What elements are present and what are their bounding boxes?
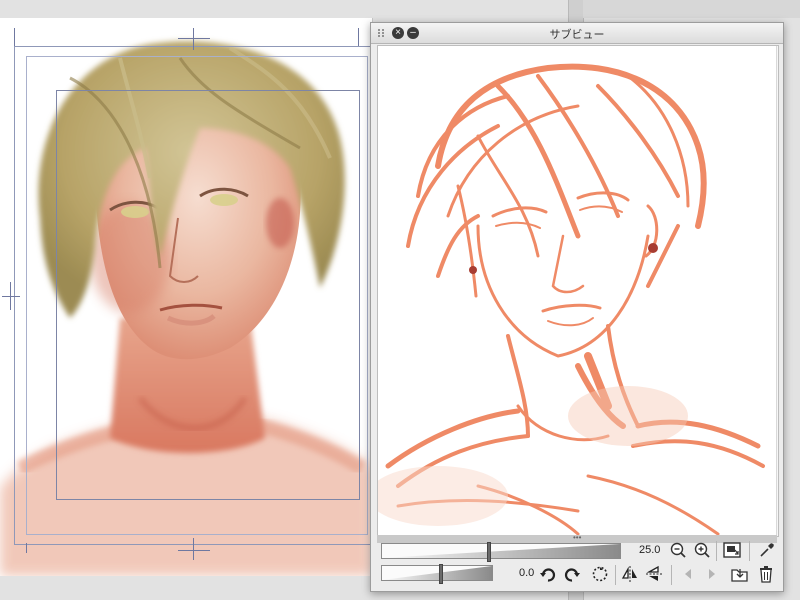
left-center-guide-cross (10, 282, 11, 310)
fit-to-window-icon[interactable] (723, 541, 741, 559)
top-gutter (583, 0, 800, 18)
toolbar-separator (615, 565, 616, 585)
previous-image-icon[interactable] (679, 565, 697, 583)
top-left-corner-mark (14, 28, 15, 46)
top-right-corner-mark (358, 28, 359, 46)
rotate-left-icon[interactable] (539, 565, 557, 583)
reference-sketch (378, 63, 765, 536)
zoom-slider[interactable] (381, 542, 621, 562)
rotate-right-icon[interactable] (563, 565, 581, 583)
rotate-slider-handle[interactable] (439, 564, 443, 584)
top-center-guide (193, 28, 194, 50)
zoom-in-icon[interactable] (693, 541, 711, 559)
bottom-center-guide (193, 538, 194, 560)
zoom-value: 25.0 (639, 544, 661, 556)
rotate-slider-fill (382, 566, 492, 580)
subview-titlebar[interactable]: × – サブビュー (371, 23, 783, 44)
flip-horizontal-icon[interactable] (621, 565, 639, 583)
toolbar-separator (671, 565, 672, 585)
top-center-guide-cross (178, 38, 210, 39)
subview-canvas[interactable] (377, 45, 779, 537)
subview-scroll-thumb[interactable] (778, 196, 779, 326)
reset-rotation-icon[interactable] (591, 565, 609, 583)
rotate-slider[interactable] (381, 564, 493, 584)
next-image-icon[interactable] (703, 565, 721, 583)
zoom-slider-handle[interactable] (487, 542, 491, 562)
splitter-grip-icon[interactable]: ••• (573, 533, 581, 542)
zoom-slider-fill (382, 544, 620, 558)
flip-vertical-icon[interactable] (645, 565, 663, 583)
eyedropper-icon[interactable] (758, 541, 776, 559)
delete-image-icon[interactable] (757, 565, 775, 583)
rotate-value: 0.0 (519, 567, 535, 579)
toolbar-separator (716, 541, 717, 561)
toolbar-separator (749, 541, 750, 561)
bottom-left-corner-mark (26, 543, 27, 553)
panel-title: サブビュー (549, 29, 605, 41)
subview-vertical-scrollbar[interactable] (776, 46, 779, 536)
subview-panel[interactable]: × – サブビュー ••• 25.0 0.0 (370, 22, 784, 592)
subview-splitter[interactable]: ••• (377, 533, 777, 543)
import-image-icon[interactable] (731, 565, 749, 583)
zoom-out-icon[interactable] (669, 541, 687, 559)
safe-area-frame (56, 90, 360, 500)
left-center-guide (2, 296, 20, 297)
bottom-center-guide-cross (178, 550, 210, 551)
